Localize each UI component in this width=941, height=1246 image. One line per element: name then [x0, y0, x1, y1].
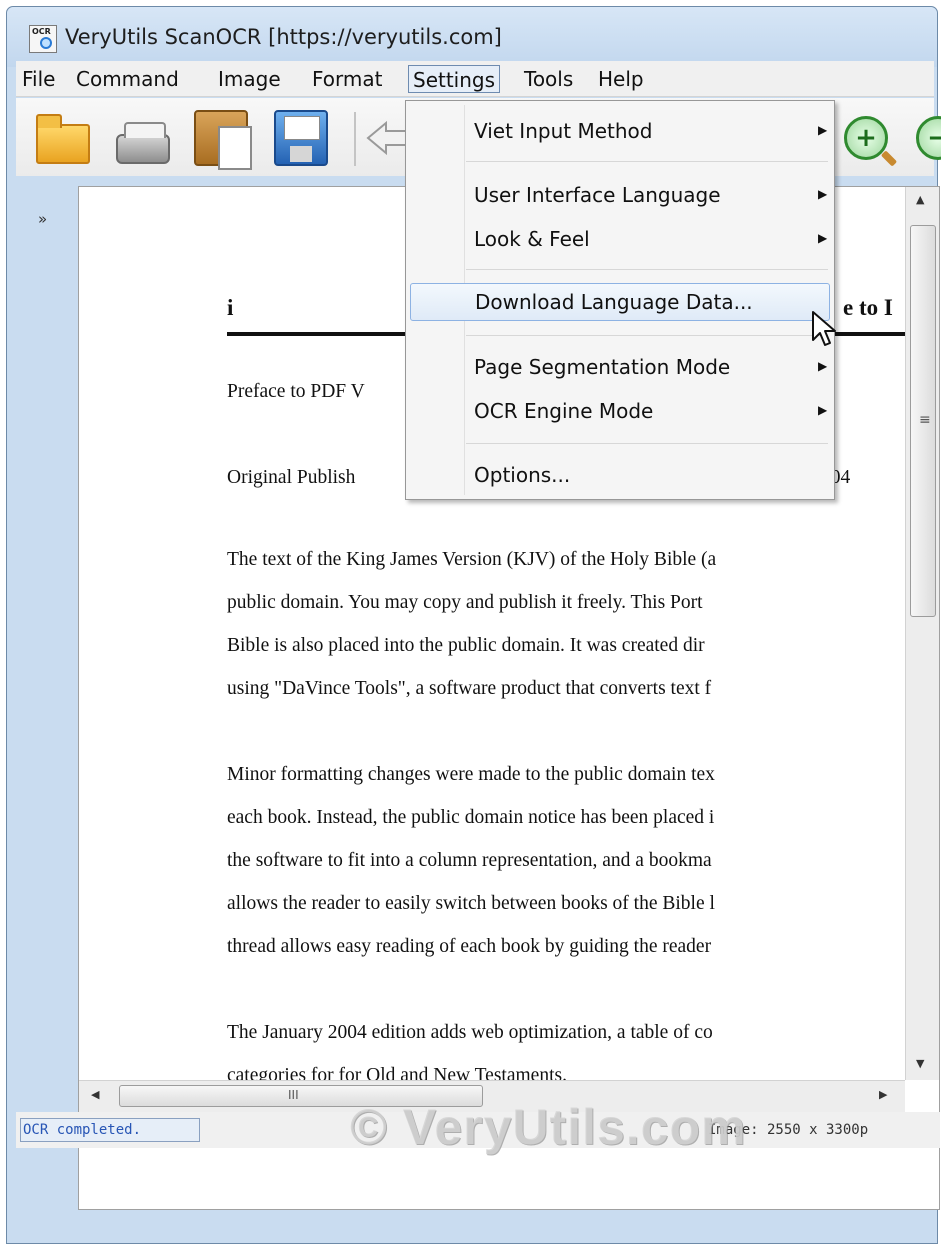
mouse-cursor-icon — [812, 311, 836, 346]
menu-separator — [466, 335, 828, 336]
watermark: © VeryUtils.com — [350, 1099, 747, 1155]
document-line: the software to fit into a column repres… — [227, 850, 712, 871]
menu-item-look-and-feel[interactable]: Look & Feel ▶ — [410, 221, 830, 259]
scroll-right-arrow-icon[interactable]: ▶ — [879, 1088, 887, 1101]
menu-item-user-interface-language[interactable]: User Interface Language ▶ — [410, 177, 830, 215]
app-logo-icon: OCR — [29, 25, 57, 53]
menu-item-label: Page Segmentation Mode — [474, 355, 731, 379]
menu-item-label: Viet Input Method — [474, 119, 653, 143]
menu-item-label: OCR Engine Mode — [474, 399, 654, 423]
document-line: public domain. You may copy and publish … — [227, 592, 703, 613]
side-panel-expand-toggle[interactable]: » — [38, 210, 47, 228]
submenu-arrow-icon: ▶ — [818, 123, 828, 137]
document-line: Bible is also placed into the public dom… — [227, 635, 705, 656]
scroll-down-arrow-icon[interactable]: ▼ — [916, 1057, 924, 1070]
scroll-grip-icon: ≡ — [919, 412, 931, 428]
menu-item-page-segmentation-mode[interactable]: Page Segmentation Mode ▶ — [410, 349, 830, 387]
document-line: allows the reader to easily switch betwe… — [227, 893, 715, 914]
document-heading: i — [227, 295, 234, 320]
save-icon[interactable] — [274, 110, 328, 166]
status-message: OCR completed. — [20, 1118, 200, 1142]
menu-tools[interactable]: Tools — [518, 65, 573, 93]
submenu-arrow-icon: ▶ — [818, 359, 828, 373]
menu-item-label: User Interface Language — [474, 183, 721, 207]
document-line: The text of the King James Version (KJV)… — [227, 549, 717, 570]
toolbar-separator — [354, 112, 356, 166]
menu-separator — [466, 161, 828, 162]
menu-item-label: Options... — [474, 463, 571, 487]
window-title: VeryUtils ScanOCR [https://veryutils.com… — [65, 25, 502, 49]
document-line: Minor formatting changes were made to th… — [227, 764, 715, 785]
scroll-left-arrow-icon[interactable]: ◀ — [91, 1088, 99, 1101]
menu-image[interactable]: Image — [212, 65, 281, 93]
document-heading-fragment: e to I — [843, 295, 893, 320]
vertical-scroll-thumb[interactable]: ≡ — [910, 225, 936, 617]
menu-item-label: Download Language Data... — [475, 290, 753, 314]
submenu-arrow-icon: ▶ — [818, 231, 828, 245]
document-line: The January 2004 edition adds web optimi… — [227, 1022, 713, 1043]
menu-item-ocr-engine-mode[interactable]: OCR Engine Mode ▶ — [410, 393, 830, 431]
menu-command[interactable]: Command — [70, 65, 179, 93]
menu-file[interactable]: File — [16, 65, 55, 93]
submenu-arrow-icon: ▶ — [818, 403, 828, 417]
document-line: thread allows easy reading of each book … — [227, 936, 712, 957]
vertical-scrollbar[interactable]: ▲ ≡ ▼ — [905, 187, 939, 1080]
document-line: Preface to PDF V — [227, 381, 365, 402]
zoom-in-icon[interactable]: + — [844, 116, 888, 160]
open-folder-icon[interactable] — [36, 114, 90, 164]
menu-item-viet-input-method[interactable]: Viet Input Method ▶ — [410, 113, 830, 151]
document-line: using "DaVince Tools", a software produc… — [227, 678, 712, 699]
clipboard-paste-icon[interactable] — [194, 110, 252, 170]
document-line: categories for for Old and New Testament… — [227, 1065, 567, 1080]
menu-bar: File Command Image Format Settings Tools… — [16, 61, 934, 97]
zoom-out-icon[interactable]: − — [916, 116, 941, 160]
scanner-icon[interactable] — [116, 122, 170, 164]
menu-help[interactable]: Help — [592, 65, 644, 93]
menu-item-download-language-data[interactable]: Download Language Data... — [410, 283, 830, 321]
document-line: each book. Instead, the public domain no… — [227, 807, 715, 828]
menu-format[interactable]: Format — [306, 65, 382, 93]
menu-settings[interactable]: Settings — [408, 65, 501, 93]
menu-item-label: Look & Feel — [474, 227, 590, 251]
menu-separator — [466, 269, 828, 270]
submenu-arrow-icon: ▶ — [818, 187, 828, 201]
menu-item-options[interactable]: Options... — [410, 457, 830, 495]
menu-separator — [466, 443, 828, 444]
settings-dropdown-menu: Viet Input Method ▶ User Interface Langu… — [405, 100, 835, 500]
scroll-grip-icon: III — [288, 1088, 299, 1102]
document-line: Original Publish — [227, 467, 356, 488]
title-bar: OCR VeryUtils ScanOCR [https://veryutils… — [7, 7, 937, 67]
scroll-up-arrow-icon[interactable]: ▲ — [916, 193, 924, 206]
